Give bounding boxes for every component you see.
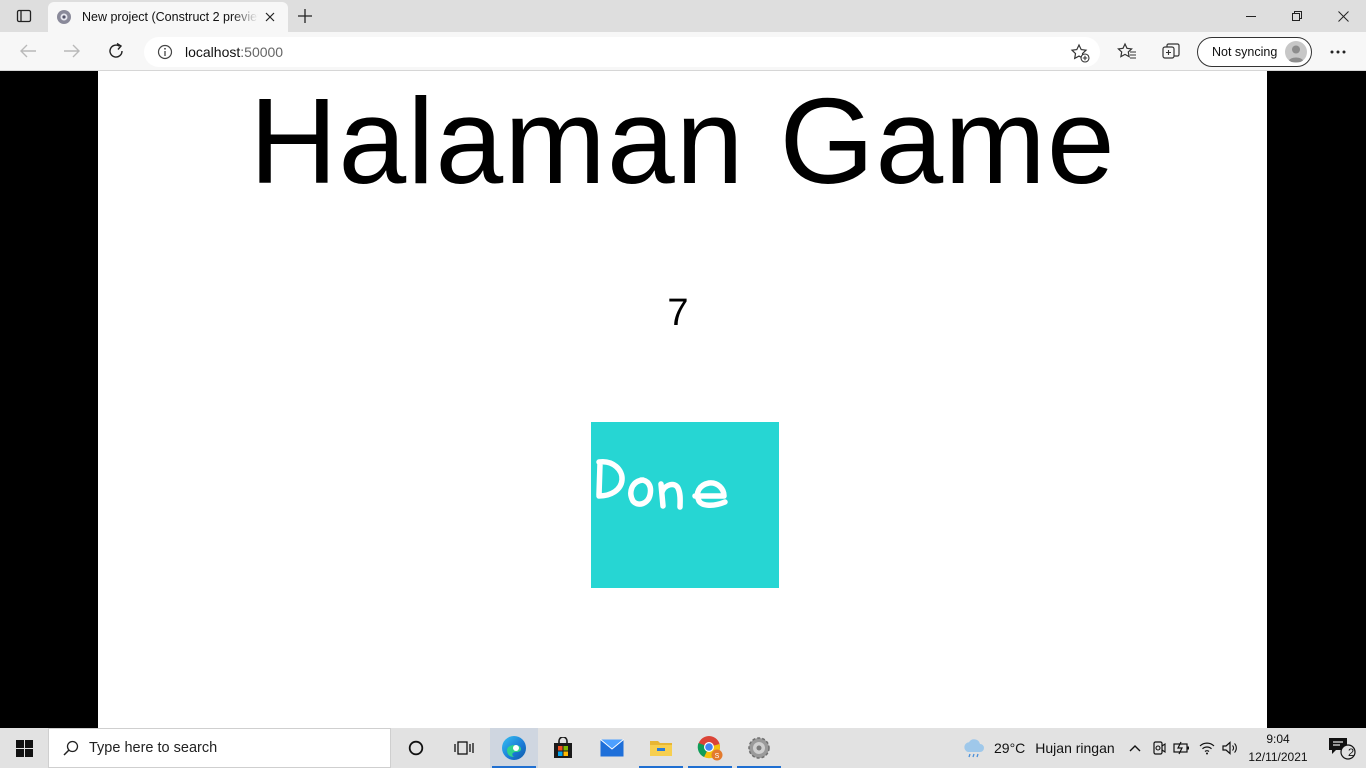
weather-widget[interactable]: 29°C Hujan ringan [962, 728, 1115, 768]
search-placeholder: Type here to search [89, 740, 218, 756]
minimize-icon [1246, 16, 1256, 17]
taskbar-mail-app[interactable] [588, 728, 636, 768]
refresh-icon [109, 42, 123, 58]
tab-actions-button[interactable] [6, 4, 42, 28]
weather-condition: Hujan ringan [1035, 740, 1115, 756]
taskbar-search-box[interactable]: Type here to search [48, 728, 391, 768]
tray-volume-button[interactable] [1219, 728, 1241, 768]
taskbar-store-app[interactable] [539, 728, 587, 768]
restore-icon [1292, 11, 1302, 21]
url-host: localhost [185, 44, 241, 60]
more-horizontal-icon [1330, 50, 1346, 54]
collections-icon [1162, 43, 1180, 59]
tray-network-button[interactable] [1196, 728, 1218, 768]
tab-title: New project (Construct 2 preview) [82, 10, 258, 24]
refresh-button[interactable] [100, 36, 132, 66]
tab-close-button[interactable] [262, 9, 278, 25]
meet-now-icon [1153, 741, 1166, 755]
chrome-icon: S [697, 736, 723, 761]
weather-temperature: 29°C [994, 740, 1026, 756]
collections-button[interactable] [1156, 37, 1186, 67]
task-view-icon [454, 741, 474, 755]
weather-rain-cloud-icon [964, 739, 984, 758]
taskbar-edge-app[interactable] [490, 728, 538, 768]
close-icon [265, 12, 275, 22]
url-port: :50000 [240, 44, 284, 60]
minimize-button[interactable] [1228, 0, 1274, 32]
taskbar-construct-app[interactable] [735, 728, 783, 768]
action-center-button[interactable]: 2 [1318, 728, 1366, 768]
url-text: localhost:50000 [185, 44, 283, 60]
game-canvas[interactable]: Halaman Game 7 [98, 71, 1267, 728]
taskbar-explorer-app[interactable] [637, 728, 685, 768]
clock-date: 12/11/2021 [1248, 750, 1308, 764]
wifi-icon [1199, 742, 1215, 755]
task-view-button[interactable] [440, 728, 488, 768]
settings-more-button[interactable] [1322, 37, 1354, 67]
done-handwritten-label [596, 459, 728, 510]
battery-charging-icon [1173, 741, 1189, 755]
favorites-button[interactable] [1112, 37, 1142, 67]
cortana-button[interactable] [392, 728, 440, 768]
page-viewport: Halaman Game 7 [0, 71, 1366, 728]
tray-meet-button[interactable] [1148, 728, 1170, 768]
cortana-circle-icon [408, 740, 424, 756]
close-window-button[interactable] [1320, 0, 1366, 32]
browser-toolbar: localhost:50000 Not syncing [0, 32, 1366, 71]
done-button[interactable] [591, 422, 779, 588]
new-tab-button[interactable] [292, 4, 318, 28]
profile-sync-button[interactable]: Not syncing [1197, 37, 1312, 67]
avatar [1285, 41, 1307, 63]
edge-browser-icon [502, 736, 526, 760]
mail-icon [600, 739, 624, 757]
window-controls [1228, 0, 1366, 32]
plus-icon [298, 9, 312, 23]
chevron-up-icon [1129, 745, 1141, 752]
back-button[interactable] [12, 36, 44, 66]
counter-value: 7 [667, 292, 689, 334]
close-window-icon [1337, 10, 1349, 22]
favorites-icon [1117, 42, 1136, 59]
address-bar[interactable]: localhost:50000 [144, 37, 1100, 67]
user-avatar-icon [1288, 45, 1304, 62]
taskbar-chrome-app[interactable]: S [686, 728, 734, 768]
tab-actions-icon [16, 9, 32, 23]
volume-icon [1222, 741, 1237, 755]
info-icon [157, 44, 173, 60]
sync-status-label: Not syncing [1212, 45, 1278, 59]
notification-count-badge: 2 [1348, 747, 1355, 759]
folder-icon [650, 741, 672, 756]
search-icon [63, 740, 79, 756]
game-title: Halaman Game [249, 73, 1116, 209]
taskbar-clock[interactable]: 9:04 12/11/2021 [1242, 730, 1314, 766]
tray-battery-button[interactable] [1171, 728, 1193, 768]
add-favorite-icon[interactable] [1070, 43, 1090, 63]
windows-taskbar: Type here to search S 29°C Hujan ringan [0, 728, 1366, 768]
back-arrow-icon [20, 44, 36, 58]
svg-text:S: S [715, 753, 720, 760]
start-button[interactable] [0, 728, 48, 768]
show-hidden-icons-button[interactable] [1124, 728, 1146, 768]
browser-tab[interactable]: New project (Construct 2 preview) [48, 2, 288, 32]
forward-button[interactable] [56, 36, 88, 66]
windows-logo-icon [15, 739, 33, 757]
construct-favicon-icon [57, 10, 71, 24]
construct-gear-icon [748, 737, 770, 759]
forward-arrow-icon [64, 44, 80, 58]
browser-titlebar: New project (Construct 2 preview) [0, 0, 1366, 32]
restore-button[interactable] [1274, 0, 1320, 32]
store-bag-icon [554, 737, 572, 758]
clock-time: 9:04 [1266, 732, 1290, 746]
